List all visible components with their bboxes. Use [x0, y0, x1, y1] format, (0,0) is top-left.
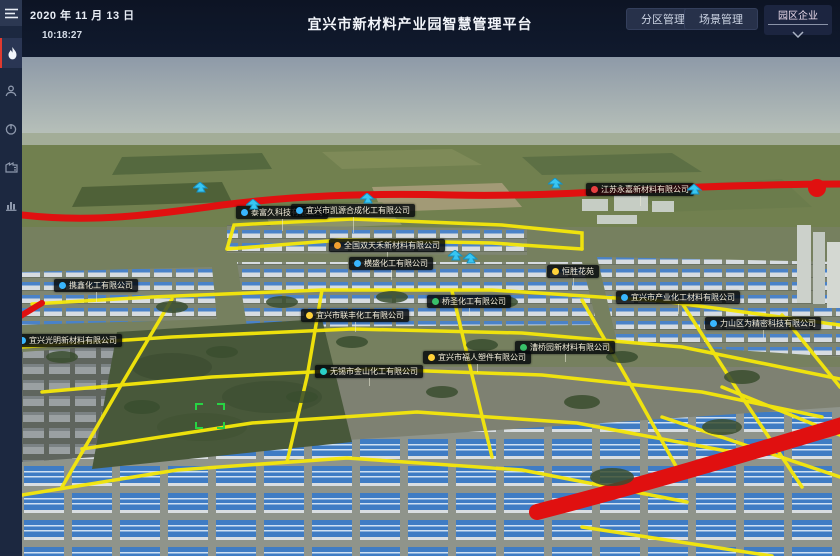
cyan-3d-marker[interactable] [246, 197, 262, 215]
company-marker-icon [432, 298, 439, 305]
tool-sidebar [0, 0, 22, 556]
company-marker-icon [428, 354, 435, 361]
user-icon [5, 85, 17, 97]
flame-icon [7, 47, 18, 60]
current-date: 2020 年 11 月 13 日 [30, 7, 135, 23]
sidebar-item-statistics[interactable] [0, 190, 22, 220]
company-label[interactable]: 无锡市金山化工有限公司 [315, 365, 423, 378]
company-label[interactable]: 力山区为精密科技有限公司 [705, 317, 821, 330]
company-label-text: 江苏永嘉新材料有限公司 [601, 185, 689, 194]
park-enterprise-dropdown[interactable]: 园区企业 [764, 5, 832, 35]
label-leader-line [573, 278, 574, 286]
cyan-3d-marker[interactable] [687, 182, 703, 200]
sidebar-item-enterprise[interactable] [0, 152, 22, 182]
chevron-down-icon [792, 31, 804, 38]
company-marker-icon [334, 242, 341, 249]
company-marker-icon [710, 320, 717, 327]
dropdown-selected-value: 园区企业 [768, 5, 828, 25]
sidebar-item-menu[interactable] [0, 0, 22, 26]
page-title: 宜兴市新材料产业园智慧管理平台 [308, 14, 533, 34]
label-leader-line [477, 364, 478, 372]
company-marker-icon [591, 186, 598, 193]
label-leader-line [353, 217, 354, 233]
company-label[interactable]: 宜兴市福人塑件有限公司 [423, 351, 531, 364]
company-label[interactable]: 宜兴光明新材料有限公司 [14, 334, 122, 347]
company-label[interactable]: 江苏永嘉新材料有限公司 [586, 183, 694, 196]
sidebar-item-fire[interactable] [0, 38, 22, 68]
label-leader-line [678, 304, 679, 314]
menu-icon [5, 8, 18, 19]
sidebar-item-personnel[interactable] [0, 76, 22, 106]
company-label-text: 全国双天禾新材料有限公司 [344, 241, 440, 250]
company-marker-icon [59, 282, 66, 289]
label-leader-line [96, 292, 97, 302]
company-marker-icon [354, 260, 361, 267]
company-label[interactable]: 横盛化工有限公司 [349, 257, 433, 270]
company-label-text: 漕桥园新材料有限公司 [530, 343, 610, 352]
cyan-3d-marker[interactable] [463, 251, 479, 269]
company-marker-icon [296, 207, 303, 214]
current-time: 10:18:27 [42, 30, 135, 41]
company-label-text: 携鑫化工有限公司 [69, 281, 133, 290]
company-label-text: 恒胜花苑 [562, 267, 594, 276]
scene-management-button[interactable]: 场景管理 [684, 8, 758, 30]
power-icon [5, 123, 17, 135]
company-label-text: 宜兴市联丰化工有限公司 [316, 311, 404, 320]
app-window: 泰富久科技有限公司宜兴市凯源合成化工有限公司全国双天禾新材料有限公司横盛化工有限… [0, 0, 840, 556]
company-marker-icon [552, 268, 559, 275]
company-marker-icon [520, 344, 527, 351]
company-label[interactable]: 宜兴市产业化工材料有限公司 [616, 291, 740, 304]
company-label[interactable]: 宜兴市凯源合成化工有限公司 [291, 204, 415, 217]
top-bar: 2020 年 11 月 13 日 10:18:27 宜兴市新材料产业园智慧管理平… [0, 0, 840, 57]
company-marker-icon [306, 312, 313, 319]
company-label-text: 宜兴市产业化工材料有限公司 [631, 293, 735, 302]
cyan-3d-marker[interactable] [448, 248, 464, 266]
company-marker-icon [320, 368, 327, 375]
company-label-text: 宜兴市凯源合成化工有限公司 [306, 206, 410, 215]
company-label[interactable]: 全国双天禾新材料有限公司 [329, 239, 445, 252]
label-leader-line [763, 330, 764, 338]
sidebar-item-energy[interactable] [0, 114, 22, 144]
label-leader-line [469, 308, 470, 316]
company-label-text: 无锡市金山化工有限公司 [330, 367, 418, 376]
company-label-text: 宜兴市福人塑件有限公司 [438, 353, 526, 362]
label-leader-line [369, 378, 370, 386]
cyan-3d-marker[interactable] [193, 180, 209, 198]
label-leader-line [640, 196, 641, 206]
cyan-3d-marker[interactable] [360, 191, 376, 209]
label-leader-line [282, 219, 283, 231]
company-label[interactable]: 桥圣化工有限公司 [427, 295, 511, 308]
datetime-block: 2020 年 11 月 13 日 10:18:27 [30, 7, 135, 41]
company-label[interactable]: 恒胜花苑 [547, 265, 599, 278]
label-leader-line [565, 354, 566, 362]
company-label-text: 桥圣化工有限公司 [442, 297, 506, 306]
company-marker-icon [621, 294, 628, 301]
company-label-text: 力山区为精密科技有限公司 [720, 319, 816, 328]
company-label[interactable]: 携鑫化工有限公司 [54, 279, 138, 292]
company-label-text: 宜兴光明新材料有限公司 [29, 336, 117, 345]
label-leader-line [391, 270, 392, 280]
cyan-3d-marker[interactable] [548, 176, 564, 194]
chart-icon [5, 199, 17, 211]
factory-icon [5, 161, 18, 173]
company-label-text: 横盛化工有限公司 [364, 259, 428, 268]
company-label[interactable]: 宜兴市联丰化工有限公司 [301, 309, 409, 322]
label-leader-line [355, 322, 356, 332]
